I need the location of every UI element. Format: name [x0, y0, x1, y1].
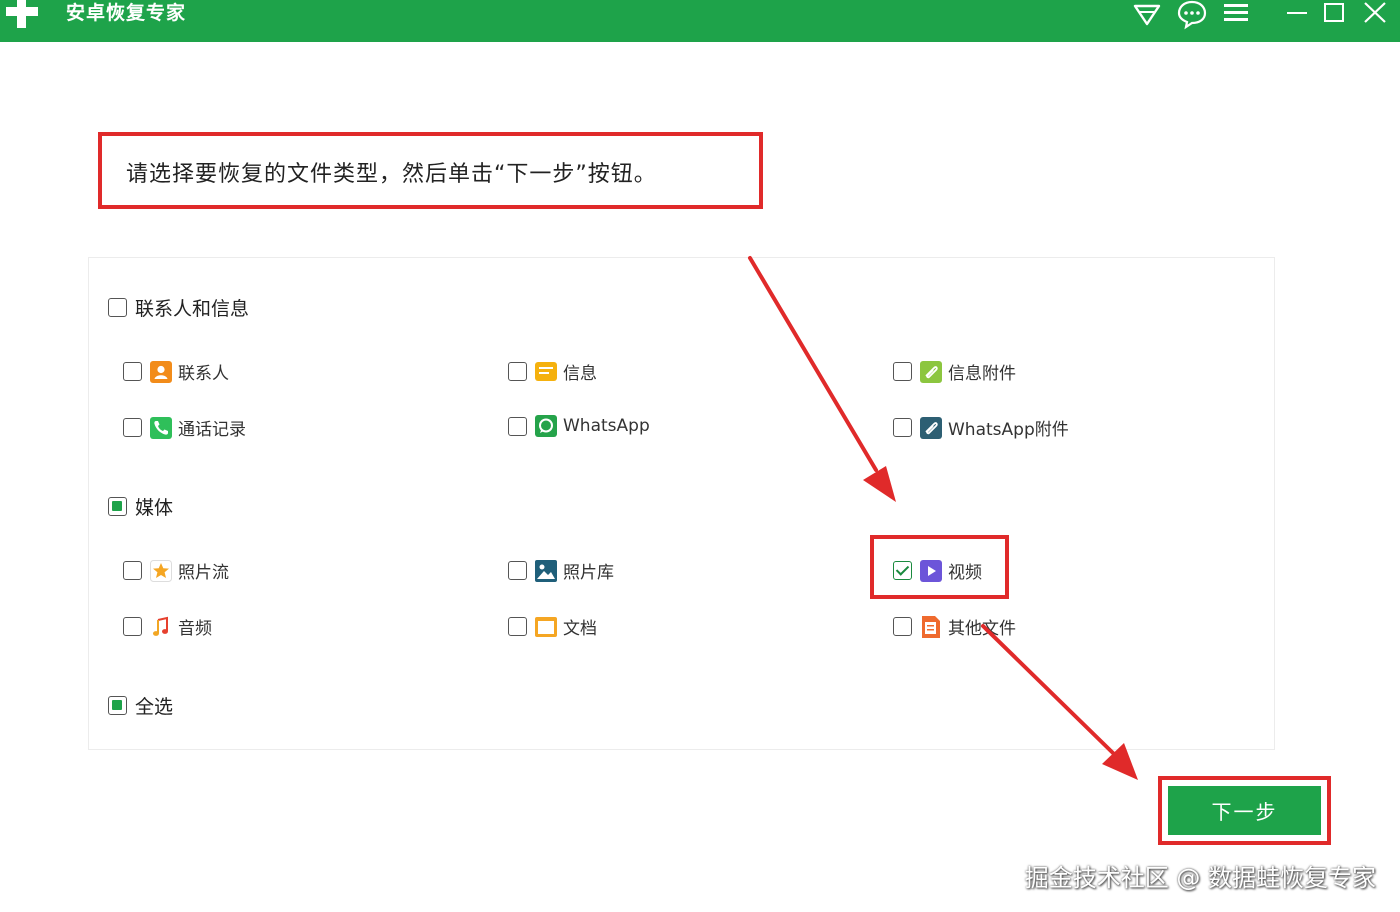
option-contacts-label: 联系人: [178, 364, 229, 384]
option-whatsapp-label: WhatsApp: [563, 416, 650, 436]
option-message-attachments-checkbox[interactable]: [893, 362, 912, 381]
audio-icon: [153, 616, 168, 636]
option-contacts[interactable]: 联系人: [123, 359, 229, 384]
close-icon[interactable]: [1358, 0, 1392, 30]
option-call-log-label: 通话记录: [178, 420, 246, 440]
option-call-log-checkbox[interactable]: [123, 418, 142, 437]
group-media[interactable]: 媒体: [108, 493, 173, 520]
message-icon: [535, 361, 557, 381]
option-message-attachments[interactable]: 信息附件: [893, 359, 1016, 384]
maximize-icon[interactable]: [1317, 0, 1351, 30]
instruction-highlight-box: 请选择要恢复的文件类型，然后单击“下一步”按钮。: [98, 132, 763, 209]
option-whatsapp-checkbox[interactable]: [508, 416, 527, 436]
app-logo-icon: [6, 0, 38, 28]
option-whatsapp[interactable]: WhatsApp: [508, 415, 650, 437]
video-highlight-box: [870, 535, 1009, 599]
option-photo-library-checkbox[interactable]: [508, 561, 527, 580]
chat-icon[interactable]: [1175, 0, 1209, 30]
option-documents-label: 文档: [563, 619, 597, 639]
option-photo-stream-label: 照片流: [178, 563, 229, 583]
option-photo-stream[interactable]: 照片流: [123, 558, 229, 583]
option-documents[interactable]: 文档: [508, 614, 597, 639]
app-title: 安卓恢复专家: [66, 2, 187, 24]
group-contacts-messages-label: 联系人和信息: [135, 298, 250, 320]
option-audio-checkbox[interactable]: [123, 617, 142, 636]
other-files-icon: [922, 615, 940, 638]
option-messages[interactable]: 信息: [508, 359, 597, 384]
option-photo-stream-checkbox[interactable]: [123, 561, 142, 580]
message-attachment-icon: [920, 360, 942, 383]
option-other-files-label: 其他文件: [948, 619, 1016, 639]
menu-icon[interactable]: [1219, 0, 1253, 30]
option-audio[interactable]: 音频: [123, 614, 212, 639]
group-contacts-messages[interactable]: 联系人和信息: [108, 294, 249, 321]
call-log-icon: [150, 416, 172, 439]
photo-stream-icon: [150, 559, 172, 582]
title-bar: 安卓恢复专家: [0, 0, 1400, 42]
option-photo-library[interactable]: 照片库: [508, 558, 614, 583]
diamond-icon[interactable]: [1130, 0, 1164, 30]
select-all-label: 全选: [135, 696, 174, 718]
option-audio-label: 音频: [178, 619, 212, 639]
select-all[interactable]: 全选: [108, 692, 173, 719]
whatsapp-attachment-icon: [920, 416, 942, 439]
option-other-files-checkbox[interactable]: [893, 617, 912, 636]
option-photo-library-label: 照片库: [563, 563, 614, 583]
file-type-panel: 联系人和信息 联系人 信息 信息附件 通话记录 WhatsApp WhatsAp…: [88, 257, 1275, 750]
select-all-checkbox[interactable]: [108, 696, 127, 715]
group-contacts-messages-checkbox[interactable]: [108, 298, 127, 317]
option-whatsapp-attachments[interactable]: WhatsApp附件: [893, 415, 1069, 440]
option-messages-label: 信息: [563, 364, 597, 384]
next-button[interactable]: 下一步: [1168, 786, 1321, 835]
instruction-text: 请选择要恢复的文件类型，然后单击“下一步”按钮。: [126, 162, 657, 187]
document-icon: [535, 616, 557, 637]
whatsapp-icon: [535, 415, 557, 437]
group-media-label: 媒体: [135, 497, 174, 519]
option-message-attachments-label: 信息附件: [948, 364, 1016, 384]
photo-library-icon: [535, 559, 557, 582]
option-contacts-checkbox[interactable]: [123, 362, 142, 381]
option-whatsapp-attachments-label: WhatsApp附件: [948, 420, 1069, 440]
option-other-files[interactable]: 其他文件: [893, 614, 1016, 639]
option-call-log[interactable]: 通话记录: [123, 415, 246, 440]
watermark: 掘金技术社区 @ 数据蛙恢复专家: [1024, 864, 1376, 892]
option-whatsapp-attachments-checkbox[interactable]: [893, 418, 912, 437]
group-media-checkbox[interactable]: [108, 497, 127, 516]
contact-icon: [150, 360, 172, 383]
option-messages-checkbox[interactable]: [508, 362, 527, 381]
option-documents-checkbox[interactable]: [508, 617, 527, 636]
minimize-icon[interactable]: [1280, 0, 1314, 30]
